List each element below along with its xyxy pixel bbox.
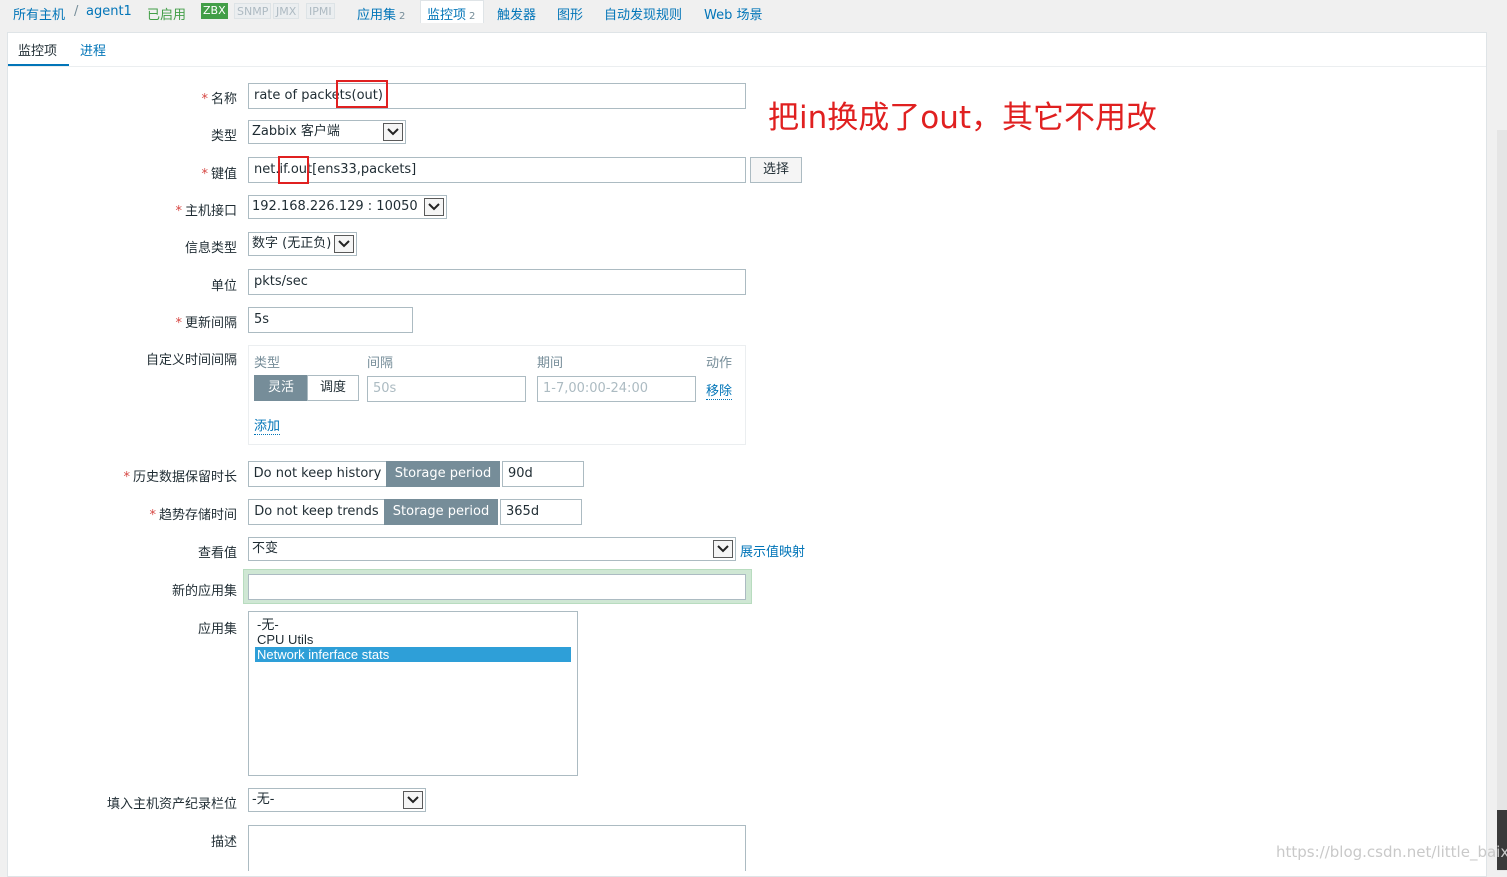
- custom-interval-input[interactable]: 50s: [367, 376, 526, 402]
- snmp-badge: SNMP: [234, 3, 272, 19]
- list-item-selected[interactable]: Network inferface stats: [255, 647, 571, 662]
- info-type-label: 信息类型: [184, 241, 237, 256]
- chevron-down-icon: [334, 235, 354, 253]
- remove-link[interactable]: 移除: [706, 380, 733, 400]
- required-marker: *: [149, 508, 156, 523]
- tab-preprocessing[interactable]: 进程: [80, 40, 106, 59]
- chevron-down-icon: [424, 198, 444, 216]
- type-label: 类型: [210, 129, 237, 144]
- chevron-down-icon: [403, 791, 423, 809]
- list-item[interactable]: CPU Utils: [255, 632, 571, 647]
- trends-label: * 趋势存储时间: [149, 508, 237, 523]
- history-storage-toggle[interactable]: Storage period: [386, 461, 500, 487]
- chevron-down-icon: [383, 123, 403, 141]
- list-item[interactable]: -无-: [255, 617, 571, 632]
- history-input[interactable]: 90d: [502, 461, 584, 487]
- tab-item[interactable]: 监控项: [18, 40, 57, 59]
- watermark: https://blog.csdn.net/little_baixb: [1276, 843, 1507, 861]
- trends-storage-toggle[interactable]: Storage period: [384, 499, 498, 525]
- discovery-rules-link[interactable]: 自动发现规则: [604, 4, 682, 23]
- history-label: * 历史数据保留时长: [123, 470, 237, 485]
- item-form-panel: [7, 32, 1487, 877]
- annotation-box-name: [336, 80, 388, 108]
- required-marker: *: [201, 92, 208, 107]
- web-scenarios-link[interactable]: Web 场景: [704, 4, 762, 23]
- new-application-label: 新的应用集: [171, 584, 237, 599]
- host-link[interactable]: agent1: [86, 4, 132, 19]
- interface-select[interactable]: 192.168.226.129 : 10050: [248, 195, 447, 219]
- units-input[interactable]: pkts/sec: [248, 269, 746, 295]
- triggers-link[interactable]: 触发器: [497, 4, 536, 23]
- show-value-mappings-link[interactable]: 展示值映射: [740, 541, 805, 560]
- applications-listbox[interactable]: -无- CPU Utils Network inferface stats: [248, 611, 578, 776]
- type-select[interactable]: Zabbix 客户端: [248, 120, 406, 144]
- trends-input[interactable]: 365d: [500, 499, 582, 525]
- required-marker: *: [201, 167, 208, 182]
- scrollbar[interactable]: [1497, 130, 1507, 871]
- applications-link[interactable]: 应用集 2: [357, 4, 405, 23]
- inventory-label: 填入主机资产纪录栏位: [106, 797, 237, 812]
- zbx-badge: ZBX: [201, 3, 228, 19]
- name-label: * 名称: [201, 92, 237, 107]
- host-status[interactable]: 已启用: [147, 4, 186, 23]
- breadcrumb-separator: /: [74, 4, 79, 19]
- trends-no-keep-toggle[interactable]: Do not keep trends: [248, 499, 385, 525]
- host-navigation: 所有主机 / agent1 已启用 ZBX SNMP JMX IPMI 应用集 2…: [0, 0, 1507, 26]
- items-link[interactable]: 监控项 2: [427, 4, 475, 23]
- interval-label: * 更新间隔: [175, 316, 237, 331]
- col-period-header: 期间: [537, 356, 564, 371]
- annotation-box-key: [278, 156, 309, 184]
- key-label: * 键值: [201, 167, 237, 182]
- tab-divider: [8, 66, 1486, 67]
- annotation-text: 把in换成了out，其它不用改: [768, 100, 1158, 136]
- info-type-select[interactable]: 数字 (无正负): [248, 232, 357, 256]
- scrollbar-thumb[interactable]: [1497, 810, 1507, 870]
- history-no-keep-toggle[interactable]: Do not keep history: [248, 461, 387, 487]
- add-link[interactable]: 添加: [254, 415, 281, 435]
- description-label: 描述: [210, 835, 237, 850]
- all-hosts-link[interactable]: 所有主机: [13, 4, 65, 23]
- key-input[interactable]: net.if.out[ens33,packets]: [248, 157, 746, 183]
- custom-intervals-label: 自定义时间间隔: [145, 353, 237, 368]
- units-label: 单位: [210, 279, 237, 294]
- flexible-toggle[interactable]: 灵活: [254, 375, 308, 401]
- required-marker: *: [175, 204, 182, 219]
- interval-input[interactable]: 5s: [248, 307, 413, 333]
- col-action-header: 动作: [706, 356, 733, 371]
- valuemap-label: 查看值: [197, 546, 237, 561]
- graphs-link[interactable]: 图形: [557, 4, 583, 23]
- col-type-header: 类型: [254, 356, 281, 371]
- required-marker: *: [175, 316, 182, 331]
- col-interval-header: 间隔: [367, 356, 394, 371]
- chevron-down-icon: [713, 540, 733, 558]
- required-marker: *: [123, 470, 130, 485]
- scheduling-toggle[interactable]: 调度: [307, 375, 359, 401]
- jmx-badge: JMX: [273, 3, 300, 19]
- inventory-select[interactable]: -无-: [248, 788, 426, 812]
- name-input[interactable]: rate of packets(out): [248, 83, 746, 109]
- new-application-input[interactable]: [248, 574, 746, 600]
- description-textarea[interactable]: [248, 825, 746, 871]
- applications-label: 应用集: [197, 622, 237, 637]
- valuemap-select[interactable]: 不变: [248, 537, 736, 561]
- ipmi-badge: IPMI: [306, 3, 335, 19]
- interface-label: * 主机接口: [175, 204, 237, 219]
- custom-period-input[interactable]: 1-7,00:00-24:00: [537, 376, 696, 402]
- select-key-button[interactable]: 选择: [750, 157, 802, 183]
